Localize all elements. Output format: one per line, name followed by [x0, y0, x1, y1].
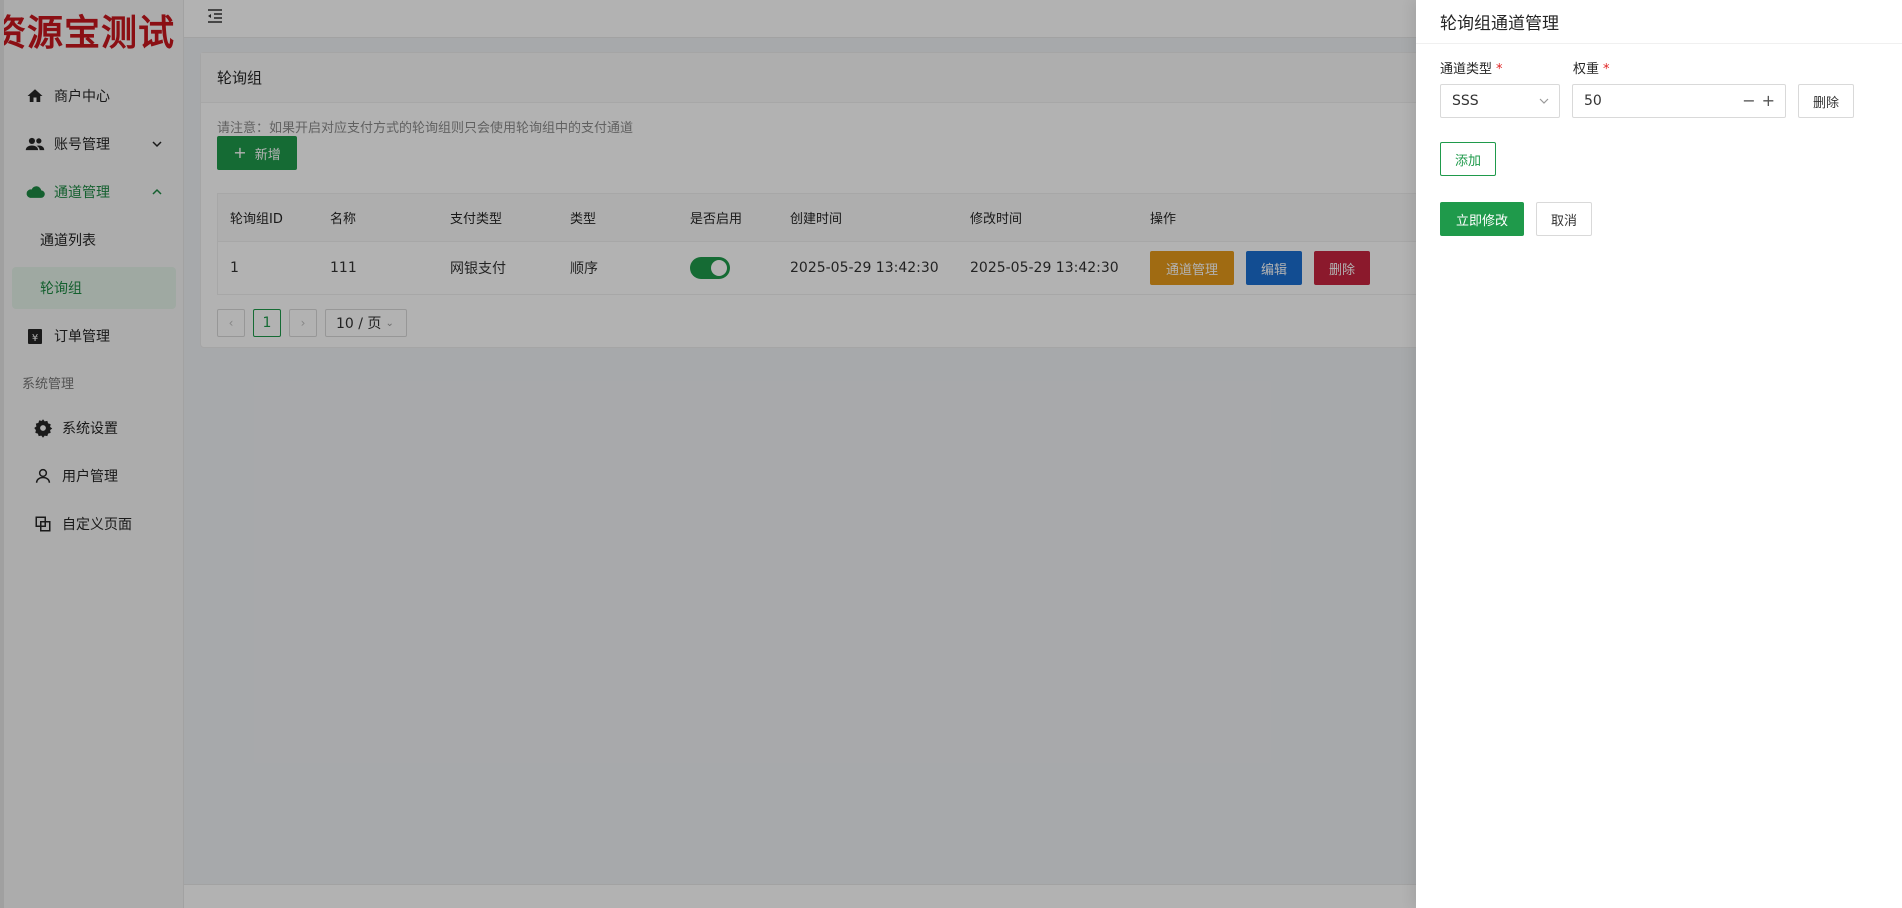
chevron-down-icon: [1539, 98, 1549, 104]
plus-icon[interactable]: +: [1762, 91, 1775, 110]
drawer-title: 轮询组通道管理: [1416, 0, 1902, 44]
required-mark: *: [1496, 62, 1503, 77]
delete-row-button[interactable]: 删除: [1798, 84, 1854, 118]
channel-type-select[interactable]: SSS: [1440, 84, 1560, 118]
channel-management-drawer: 轮询组通道管理 通道类型 * 权重 * SSS 50 − + 删除 添加 立即修改 …: [1416, 0, 1902, 908]
channel-type-label-text: 通道类型: [1440, 62, 1493, 77]
channel-type-label: 通道类型 *: [1440, 58, 1503, 77]
minus-icon[interactable]: −: [1742, 91, 1755, 110]
weight-label-text: 权重: [1573, 62, 1600, 77]
weight-label: 权重 *: [1573, 58, 1610, 77]
submit-button[interactable]: 立即修改: [1440, 202, 1524, 236]
add-channel-button[interactable]: 添加: [1440, 142, 1496, 176]
required-mark: *: [1603, 62, 1610, 77]
weight-input[interactable]: 50 − +: [1572, 84, 1786, 118]
weight-value: 50: [1584, 93, 1602, 109]
channel-type-value: SSS: [1452, 93, 1479, 109]
cancel-button[interactable]: 取消: [1536, 202, 1592, 236]
drawer-mask[interactable]: [0, 0, 1416, 908]
stepper-controls: − +: [1742, 91, 1775, 110]
